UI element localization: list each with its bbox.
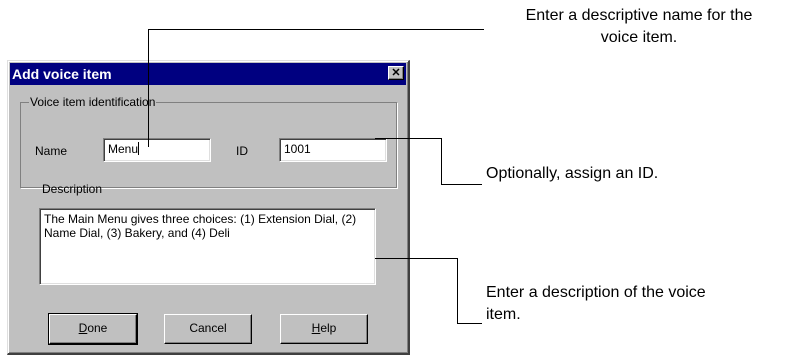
done-accelerator: D (78, 321, 88, 335)
id-callout-line-3 (441, 184, 482, 185)
cancel-label: Cancel (189, 321, 227, 335)
done-label: one (87, 321, 108, 335)
group-label: Voice item identification (29, 94, 157, 110)
close-icon: ✕ (391, 67, 401, 79)
name-label: Name (35, 144, 68, 158)
text-caret (138, 142, 140, 155)
description-callout-text: Enter a description of the voice item. (486, 282, 706, 326)
id-callout-line-1 (375, 138, 441, 139)
id-field[interactable]: 1001 (279, 138, 387, 162)
help-label: elp (320, 321, 337, 335)
name-callout-line2: voice item. (600, 29, 678, 46)
description-callout-line1: Enter a description of the voice (486, 284, 706, 301)
description-callout-line-3 (457, 323, 482, 324)
description-callout-line-1 (375, 258, 457, 259)
id-callout-text: Optionally, assign an ID. (486, 165, 659, 182)
help-button[interactable]: Help (280, 314, 368, 344)
name-callout-text: Enter a descriptive name for the voice i… (486, 5, 792, 49)
name-value: Menu (108, 142, 139, 156)
description-callout-line-2 (457, 258, 458, 323)
description-callout-line2: item. (486, 306, 521, 323)
description-value: The Main Menu gives three choices: (1) E… (44, 212, 357, 240)
description-field[interactable]: The Main Menu gives three choices: (1) E… (39, 208, 376, 285)
name-field[interactable]: Menu (103, 138, 211, 162)
id-label: ID (236, 144, 248, 158)
id-callout-line-2 (441, 138, 442, 184)
cancel-button[interactable]: Cancel (164, 314, 252, 344)
identification-groupbox: Voice item identification Name Menu ID 1… (20, 94, 397, 188)
name-callout-line1: Enter a descriptive name for the (525, 7, 753, 24)
id-value: 1001 (284, 142, 311, 156)
name-callout-line-vertical (148, 29, 149, 147)
dialog-title: Add voice item (12, 66, 112, 82)
name-callout-line-horizontal (148, 29, 484, 30)
add-voice-item-dialog: Add voice item ✕ Voice item identificati… (7, 60, 410, 355)
close-button[interactable]: ✕ (388, 66, 404, 80)
description-label: Description (42, 182, 103, 196)
dialog-titlebar[interactable]: Add voice item ✕ (10, 63, 406, 85)
done-button[interactable]: Done (48, 313, 138, 345)
